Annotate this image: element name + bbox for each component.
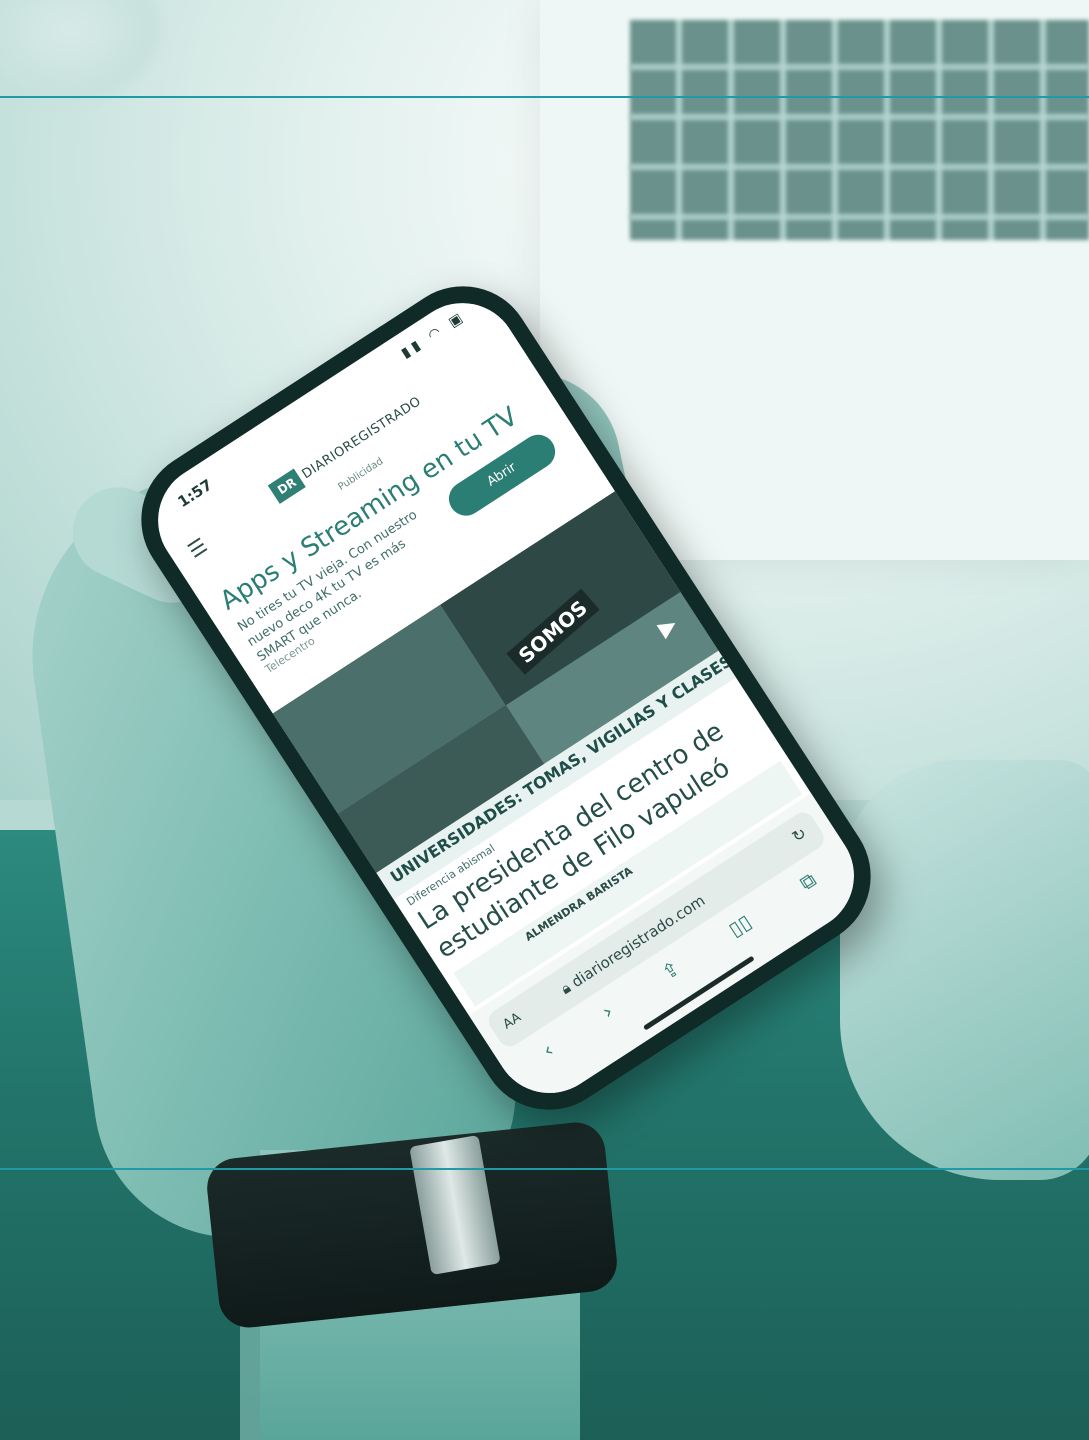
photo-scene: 1:57 ▮▮ ◠ ▣ ☰ DR DIARIOREGISTRADO Public…: [0, 0, 1089, 1440]
menu-icon[interactable]: ☰: [183, 533, 211, 563]
reload-icon[interactable]: ↻: [788, 823, 810, 846]
share-icon[interactable]: ⇪: [657, 956, 687, 990]
back-icon[interactable]: ‹: [538, 1038, 561, 1068]
right-hand: [840, 760, 1089, 1180]
logo-box: DR: [267, 468, 306, 504]
top-rule: [0, 96, 1089, 98]
forward-icon[interactable]: ›: [598, 999, 621, 1029]
keyboard-rows: [630, 20, 1089, 240]
status-time: 1:57: [174, 475, 216, 512]
bottom-rule: [0, 1168, 1089, 1170]
tabs-icon[interactable]: ⧉: [795, 867, 823, 900]
book-icon[interactable]: ▯▯: [724, 909, 759, 946]
reader-aa-button[interactable]: AA: [500, 1010, 523, 1032]
